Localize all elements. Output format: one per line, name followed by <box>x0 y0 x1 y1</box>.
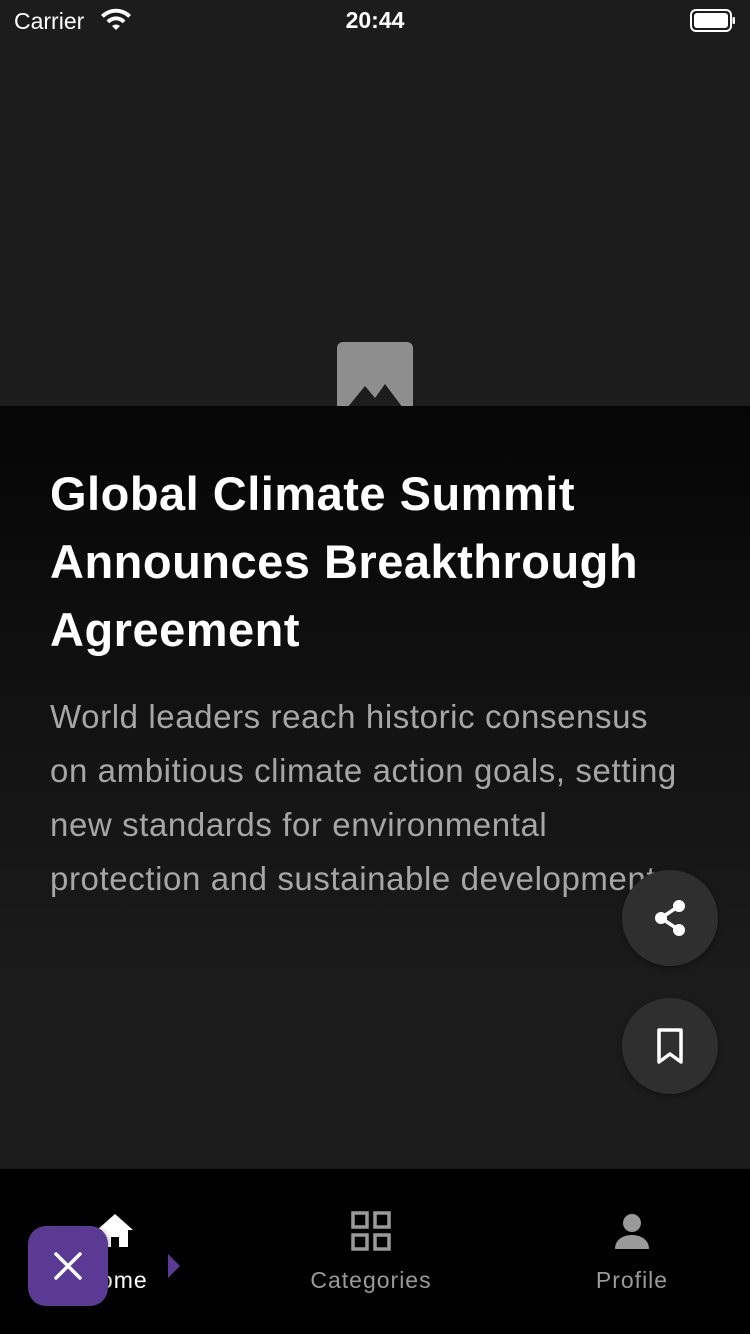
nav-label-profile: Profile <box>595 1267 669 1293</box>
grid-icon <box>351 1211 391 1251</box>
battery-icon <box>690 9 735 32</box>
app-screen: Carrier 20:44 Global Climate Summit Anno… <box>0 0 750 1334</box>
person-icon <box>615 1214 649 1249</box>
nav-item-profile[interactable]: Profile <box>507 1169 750 1334</box>
share-button[interactable] <box>622 870 718 966</box>
article-hero-image <box>0 42 750 406</box>
share-icon <box>655 900 685 936</box>
status-time: 20:44 <box>345 7 405 33</box>
bookmark-icon <box>657 1028 683 1064</box>
expand-arrow-icon[interactable] <box>167 1253 181 1279</box>
nav-label-categories: Categories <box>310 1267 432 1293</box>
article-summary: World leaders reach historic consensus o… <box>50 698 677 897</box>
article-headline: Global Climate Summit Announces Breakthr… <box>50 467 639 656</box>
nav-item-categories[interactable]: Categories <box>246 1169 496 1334</box>
bottom-navigation: Home Categories Profile <box>0 1169 750 1334</box>
status-bar: Carrier 20:44 <box>0 0 750 42</box>
bookmark-button[interactable] <box>622 998 718 1094</box>
close-icon <box>54 1252 82 1280</box>
close-button[interactable] <box>28 1226 108 1306</box>
image-placeholder-icon <box>337 342 413 406</box>
